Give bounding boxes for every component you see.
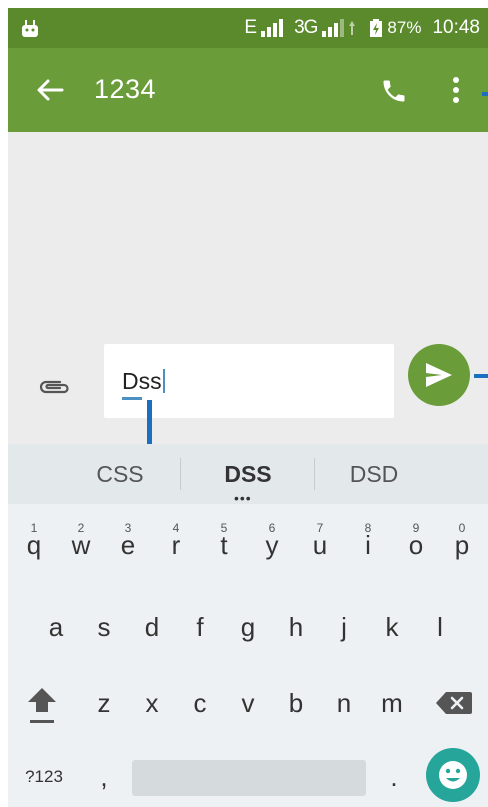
key-n[interactable]: n — [320, 676, 368, 730]
key-u[interactable]: 7u — [296, 518, 344, 572]
key-e[interactable]: 3e — [104, 518, 152, 572]
key-k[interactable]: k — [368, 600, 416, 654]
text-cursor-handle[interactable] — [122, 397, 142, 400]
text-cursor — [162, 369, 165, 393]
compose-bar: Dss — [8, 338, 488, 438]
message-input-value: Dss — [122, 368, 162, 394]
soft-keyboard: CSS DSS DSD ••• 1q 2w 3e 4r 5t 6y 7u 8i … — [8, 444, 488, 807]
send-button[interactable] — [408, 344, 470, 406]
suggestion-right[interactable]: DSD — [294, 444, 454, 504]
key-d[interactable]: d — [128, 600, 176, 654]
key-t[interactable]: 5t — [200, 518, 248, 572]
key-y[interactable]: 6y — [248, 518, 296, 572]
send-icon — [426, 363, 452, 387]
network-type-label: 3G — [294, 17, 318, 38]
emoji-button[interactable] — [426, 748, 480, 802]
clock: 10:48 — [432, 17, 480, 38]
key-g[interactable]: g — [224, 600, 272, 654]
key-q[interactable]: 1q — [10, 518, 58, 572]
android-icon — [22, 20, 38, 37]
key-z[interactable]: z — [80, 676, 128, 730]
key-s[interactable]: s — [80, 600, 128, 654]
annotation-line — [482, 92, 488, 96]
key-h[interactable]: h — [272, 600, 320, 654]
key-f[interactable]: f — [176, 600, 224, 654]
phone-icon[interactable] — [380, 77, 408, 105]
key-p[interactable]: 0p — [438, 518, 486, 572]
emoji-icon — [439, 761, 467, 789]
key-j[interactable]: j — [320, 600, 368, 654]
key-l[interactable]: l — [416, 600, 464, 654]
data-activity-icon — [349, 21, 356, 35]
backspace-key[interactable] — [428, 676, 480, 730]
suggestion-strip: CSS DSS DSD ••• — [8, 444, 488, 506]
key-v[interactable]: v — [224, 676, 272, 730]
battery-charging-icon — [370, 19, 383, 37]
comma-key[interactable]: , — [80, 750, 128, 804]
screen: E 3G 87% 10:48 1234 Dss CSS DSS DSD ••• … — [8, 8, 488, 807]
more-suggestions-icon[interactable]: ••• — [234, 490, 252, 506]
key-a[interactable]: a — [32, 600, 80, 654]
spacebar[interactable] — [132, 760, 366, 796]
symbols-key[interactable]: ?123 — [12, 750, 76, 804]
key-r[interactable]: 4r — [152, 518, 200, 572]
key-b[interactable]: b — [272, 676, 320, 730]
app-toolbar: 1234 — [8, 48, 488, 132]
annotation-line — [474, 374, 488, 378]
conversation-title: 1234 — [94, 74, 157, 104]
period-key[interactable]: . — [370, 750, 418, 804]
back-arrow-icon[interactable] — [36, 76, 64, 104]
status-bar: E 3G 87% 10:48 — [8, 8, 488, 48]
key-x[interactable]: x — [128, 676, 176, 730]
paperclip-icon[interactable] — [38, 378, 72, 396]
key-w[interactable]: 2w — [57, 518, 105, 572]
network-type-label: E — [244, 17, 257, 38]
signal-icon — [322, 19, 345, 37]
key-i[interactable]: 8i — [344, 518, 392, 572]
key-m[interactable]: m — [368, 676, 416, 730]
backspace-icon — [436, 692, 472, 714]
shift-key[interactable] — [18, 676, 66, 730]
more-vert-icon[interactable] — [452, 76, 460, 104]
key-c[interactable]: c — [176, 676, 224, 730]
battery-percent: 87% — [387, 18, 422, 37]
signal-icon — [261, 19, 284, 37]
key-o[interactable]: 9o — [392, 518, 440, 572]
shift-icon — [28, 688, 56, 723]
